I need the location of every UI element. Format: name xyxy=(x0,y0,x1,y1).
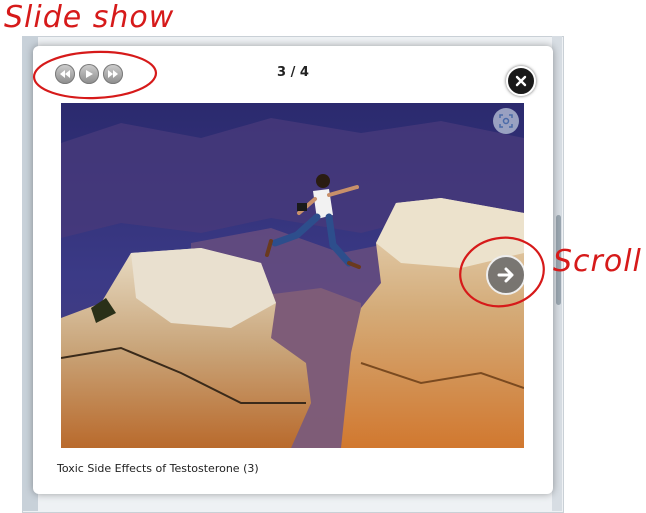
close-icon xyxy=(515,75,527,87)
annotation-slideshow-label: Slide show xyxy=(4,0,175,35)
zoom-button[interactable] xyxy=(493,108,519,134)
arrow-right-icon xyxy=(497,267,514,283)
next-arrow-button[interactable] xyxy=(486,255,524,295)
annotation-scroll-label: Scroll xyxy=(553,244,642,279)
slide-counter: 3 / 4 xyxy=(277,65,309,80)
slide-caption: Toxic Side Effects of Testosterone (3) xyxy=(57,462,259,475)
slide-image xyxy=(61,103,524,448)
close-button[interactable] xyxy=(506,66,536,96)
zoom-icon xyxy=(499,114,513,128)
slideshow-lightbox: 3 / 4 Toxic Side Effects of Testosterone… xyxy=(33,46,553,494)
